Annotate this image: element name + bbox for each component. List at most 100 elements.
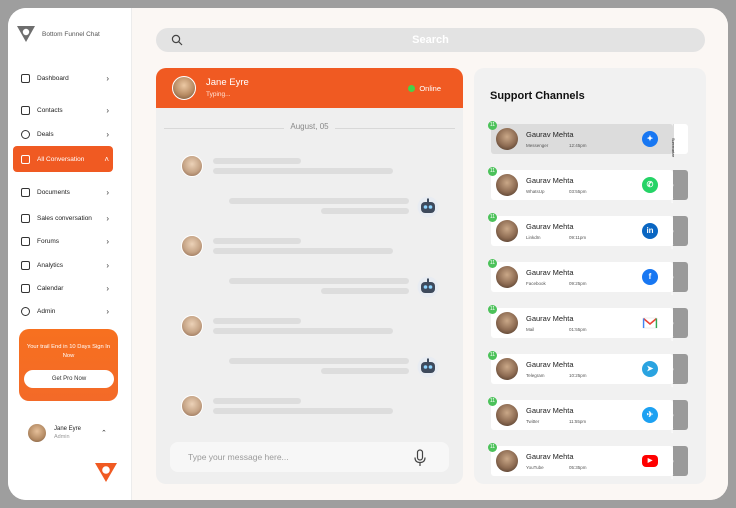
chat-contact-name: Jane Eyre — [206, 77, 249, 88]
summarize-button[interactable]: Summarize — [670, 170, 688, 203]
search-input[interactable]: Search — [156, 28, 705, 52]
online-label: Online — [419, 84, 441, 93]
channel-item-facebook[interactable]: 11 Gaurav Mehta Facebook 09:25pm f Summa… — [488, 259, 690, 295]
avatar — [496, 450, 518, 472]
sidebar-item-sales-conversation[interactable]: Sales conversation › — [13, 206, 113, 230]
channel-source: Mail — [526, 327, 535, 332]
message-skeleton — [213, 408, 393, 414]
unread-badge: 11 — [488, 121, 497, 130]
channel-item-messenger[interactable]: 11 Gaurav Mehta Messenger 12:45pm ✦ Summ… — [488, 121, 690, 157]
date-label: August, 05 — [284, 122, 335, 131]
user-profile[interactable]: Jane Eyre Admin ⌃ — [28, 424, 118, 442]
message-skeleton — [213, 248, 393, 254]
message-input[interactable]: Type your message here... — [188, 442, 289, 472]
chevron-right-icon: › — [106, 105, 109, 115]
channel-item-whatsapp[interactable]: 11 Gaurav Mehta WhatsUp 03:55pm ✆ Summar… — [488, 167, 690, 203]
avatar — [496, 404, 518, 426]
avatar — [496, 358, 518, 380]
twitter-icon: ✈ — [642, 407, 658, 423]
sidebar-item-label: Deals — [37, 130, 54, 138]
channel-time: 09:25pm — [569, 281, 587, 286]
message-skeleton — [213, 328, 393, 334]
promo-text: Your trail End in 10 Days Sign In Now — [26, 344, 111, 359]
get-pro-button[interactable]: Get Pro Now — [24, 370, 114, 388]
sidebar-item-label: Dashboard — [37, 74, 69, 82]
facebook-icon: f — [642, 269, 658, 285]
avatar — [496, 266, 518, 288]
message-skeleton — [213, 398, 301, 404]
channel-source: Facebook — [526, 281, 546, 286]
channel-item-youtube[interactable]: 11 Gaurav Mehta YouTube 05:35pm ▶ Summar… — [488, 443, 690, 479]
sidebar-item-all-conversation[interactable]: All Conversation ˄ — [13, 146, 113, 172]
summarize-button[interactable]: Summarize — [670, 308, 688, 341]
chevron-right-icon: › — [106, 236, 109, 246]
sidebar-item-label: Documents — [37, 188, 70, 196]
bot-avatar-icon — [417, 356, 439, 378]
message-skeleton — [321, 288, 409, 294]
message-skeleton — [213, 168, 393, 174]
main-area: Search Jane Eyre Typing... Online August… — [132, 8, 728, 500]
sidebar-item-calendar[interactable]: Calendar › — [13, 276, 113, 300]
chevron-updown-icon[interactable]: ⌃ — [101, 429, 107, 437]
chat-panel: Jane Eyre Typing... Online August, 05 Ty… — [156, 68, 463, 484]
summarize-label: Summarize — [670, 184, 674, 204]
trial-promo-card: Your trail End in 10 Days Sign In Now Ge… — [19, 329, 118, 401]
sidebar-item-contacts[interactable]: Contacts › — [13, 98, 113, 122]
channel-source: Messenger — [526, 143, 549, 148]
lock-icon — [21, 306, 30, 316]
search-bar[interactable]: Search — [156, 28, 705, 52]
chevron-right-icon: › — [106, 73, 109, 83]
cube-icon — [21, 154, 30, 164]
channel-item-linkedin[interactable]: 11 Gaurav Mehta LinkdIn 09:11pm in Summa… — [488, 213, 690, 249]
microphone-icon[interactable] — [413, 449, 427, 467]
chat-header: Jane Eyre Typing... Online — [156, 68, 463, 108]
sidebar: Bottom Funnel Chat Dashboard › Contacts … — [8, 8, 132, 500]
channel-contact-name: Gaurav Mehta — [526, 314, 574, 323]
sidebar-item-deals[interactable]: Deals › — [13, 122, 113, 146]
summarize-button[interactable]: Summarize — [670, 262, 688, 295]
chevron-right-icon: › — [106, 129, 109, 139]
summarize-button[interactable]: Summarize — [670, 354, 688, 387]
chevron-right-icon: › — [106, 260, 109, 270]
sidebar-item-dashboard[interactable]: Dashboard › — [13, 66, 113, 90]
unread-badge: 11 — [488, 443, 497, 452]
support-channels-panel: Support Channels 11 Gaurav Mehta Messeng… — [474, 68, 706, 484]
channel-time: 03:55pm — [569, 189, 587, 194]
sidebar-item-label: Analytics — [37, 261, 64, 269]
sidebar-item-documents[interactable]: Documents › — [13, 180, 113, 204]
sidebar-item-forums[interactable]: Forums › — [13, 229, 113, 253]
message-skeleton — [213, 238, 301, 244]
message-skeleton — [229, 358, 409, 364]
avatar — [181, 315, 203, 337]
channel-source: WhatsUp — [526, 189, 545, 194]
whatsapp-icon: ✆ — [642, 177, 658, 193]
message-skeleton — [229, 198, 409, 204]
support-channels-title: Support Channels — [490, 90, 585, 102]
avatar — [181, 395, 203, 417]
summarize-button[interactable]: Summarize — [670, 216, 688, 249]
channel-contact-name: Gaurav Mehta — [526, 268, 574, 277]
channel-source: Twitter — [526, 419, 540, 424]
avatar — [496, 312, 518, 334]
summarize-button[interactable]: Summarize — [670, 446, 688, 479]
trend-icon — [21, 73, 30, 83]
sidebar-item-analytics[interactable]: Analytics › — [13, 253, 113, 277]
sidebar-item-label: Contacts — [37, 106, 63, 114]
channel-item-telegram[interactable]: 11 Gaurav Mehta Telegram 10:25pm ➤ Summa… — [488, 351, 690, 387]
summarize-button[interactable]: Summarize — [671, 124, 688, 157]
brand-logo-icon — [95, 463, 117, 482]
channel-item-mail[interactable]: 11 Gaurav Mehta Mail 01:55pm Summarize — [488, 305, 690, 341]
unread-badge: 11 — [488, 259, 497, 268]
summarize-button[interactable]: Summarize — [670, 400, 688, 433]
channel-item-twitter[interactable]: 11 Gaurav Mehta Twitter 11:55pm ✈ Summar… — [488, 397, 690, 433]
sidebar-item-admin[interactable]: Admin › — [13, 299, 113, 323]
message-skeleton — [213, 318, 301, 324]
summarize-label: Summarize — [670, 414, 674, 434]
profile-name: Jane Eyre — [54, 426, 82, 432]
message-skeleton — [321, 208, 409, 214]
sidebar-item-label: Calendar — [37, 284, 64, 292]
brand[interactable]: Bottom Funnel Chat — [16, 24, 100, 44]
message-composer[interactable]: Type your message here... — [170, 442, 449, 472]
chevron-up-icon: ˄ — [104, 154, 109, 164]
channel-time: 01:55pm — [569, 327, 587, 332]
